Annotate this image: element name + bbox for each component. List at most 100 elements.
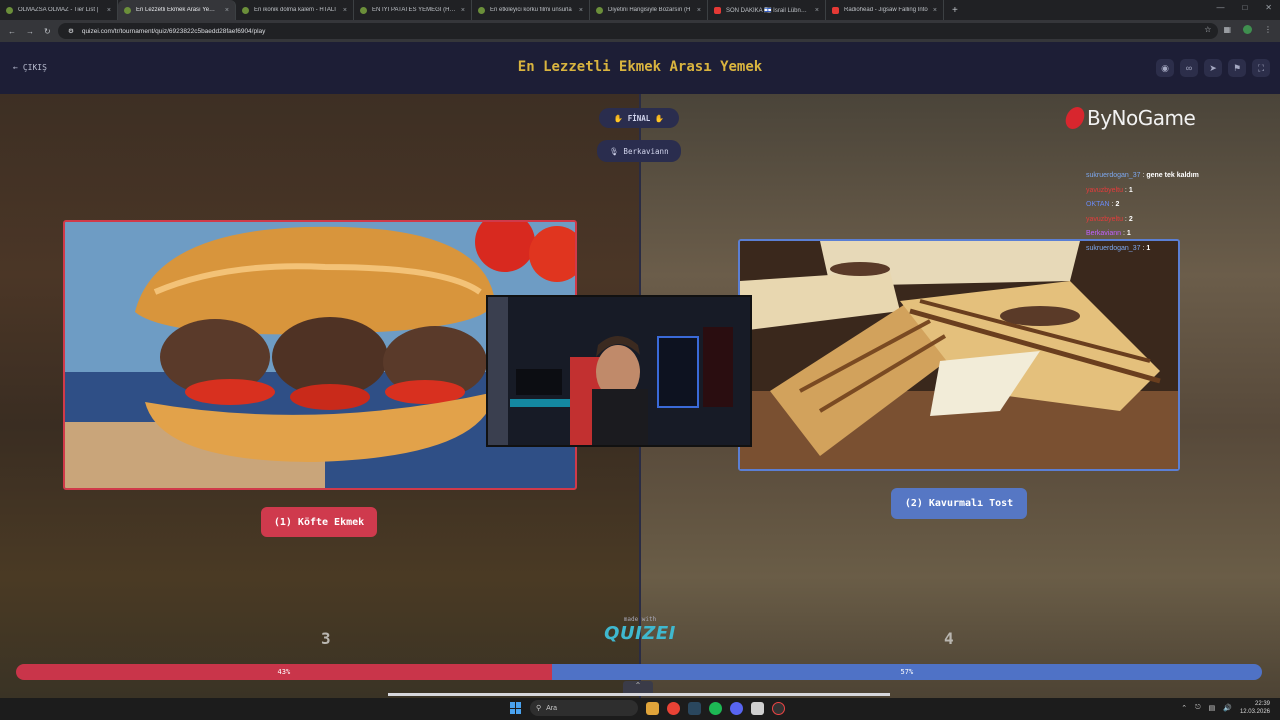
youtube-icon <box>714 6 721 14</box>
browser-tab[interactable]: En etkileyici korku filmi unsurla × <box>472 0 590 20</box>
chat-message: sukruerdogan_37 : gene tek kaldım <box>1086 172 1199 179</box>
new-tab-button[interactable]: + <box>944 0 966 20</box>
window-controls: — □ ✕ <box>1216 3 1272 12</box>
browser-tab[interactable]: EN İYİ PATATES YEMEĞİ (HTALI × <box>354 0 472 20</box>
chat-text: 1 <box>1128 186 1133 194</box>
page-icon <box>596 6 603 14</box>
steam-icon[interactable] <box>688 701 701 715</box>
chat-user: sukruerdogan_37 <box>1086 172 1141 179</box>
clock-time: 22:39 <box>1254 701 1270 707</box>
tab-title: Radiohead - Jigsaw Falling Into <box>844 7 928 13</box>
forward-icon[interactable]: → <box>26 27 34 36</box>
chat-text: gene tek kaldım <box>1146 172 1199 179</box>
close-tab-icon[interactable]: × <box>107 7 111 14</box>
url-text: quizei.com/tr/tournament/quiz/6923822c5b… <box>81 27 266 35</box>
taskbar-clock[interactable]: 22:39 12.03.2026 <box>1240 700 1270 716</box>
tab-title: SON DAKİKA 🇮🇱 İsrail Lübnan'ı <box>726 7 810 14</box>
obs-icon[interactable] <box>772 701 785 715</box>
profile-avatar[interactable] <box>1243 25 1252 34</box>
close-window-icon[interactable]: ✕ <box>1265 3 1272 12</box>
left-choice-button[interactable]: (1) Köfte Ekmek <box>261 507 377 537</box>
send-icon[interactable]: ➤ <box>1204 59 1222 77</box>
volume-icon[interactable]: 🔊 <box>1223 704 1232 712</box>
menu-icon[interactable]: ⋮ <box>1264 25 1272 34</box>
windows-start-icon[interactable] <box>510 702 522 714</box>
brand-name: ByNoGame <box>1087 106 1196 130</box>
microphone-icon[interactable]: ⎋ <box>1195 704 1201 712</box>
made-with-quizei[interactable]: made with QUIZEI <box>600 616 680 644</box>
close-tab-icon[interactable]: × <box>933 7 937 14</box>
made-with-label: made with <box>623 616 657 623</box>
chat-message: yavuzbyeltu : 1 <box>1086 186 1133 194</box>
streamer-brand-logo: ByNoGame <box>1063 106 1196 130</box>
close-tab-icon[interactable]: × <box>461 7 465 14</box>
tab-title: Diyetini Hangisiyle Bozarsın (H <box>608 7 691 13</box>
minimize-icon[interactable]: — <box>1216 3 1224 12</box>
taskbar-search[interactable]: ⚲ Ara <box>530 700 638 716</box>
search-placeholder: Ara <box>546 704 558 712</box>
fullscreen-icon[interactable]: ⛶ <box>1252 59 1270 77</box>
tray-chevron-icon[interactable]: ⌃ <box>1181 704 1187 712</box>
extensions-icon[interactable]: ▦ <box>1223 25 1231 34</box>
file-explorer-icon[interactable] <box>646 701 659 715</box>
browser-tab[interactable]: OLMAZSA OLMAZ - Tier List | × <box>0 0 118 20</box>
bookmark-star-icon[interactable]: ☆ <box>1204 25 1211 34</box>
page-icon <box>6 6 13 14</box>
url-bar[interactable]: ⚙ quizei.com/tr/tournament/quiz/6923822c… <box>58 23 1218 39</box>
chat-message: sukruerdogan_37 : 1 <box>1086 244 1151 252</box>
flag-icon[interactable]: ⚑ <box>1228 59 1246 77</box>
browser-tab[interactable]: En ikonik dolma kalem - HTALI × <box>236 0 354 20</box>
page-title: En Lezzetli Ekmek Arası Yemek <box>517 59 763 75</box>
spotify-icon[interactable] <box>709 701 722 715</box>
chat-message: OKTAN : 2 <box>1086 201 1120 209</box>
left-vote-count: 3 <box>321 629 331 648</box>
address-toolbar: ← → ↻ ⚙ quizei.com/tr/tournament/quiz/69… <box>0 20 1280 42</box>
browser-tab[interactable]: Diyetini Hangisiyle Bozarsın (H × <box>590 0 708 20</box>
chat-text: 1 <box>1146 244 1151 252</box>
close-tab-icon[interactable]: × <box>225 7 229 14</box>
network-icon[interactable]: ▤ <box>1209 704 1216 712</box>
tab-title: OLMAZSA OLMAZ - Tier List | <box>18 7 99 13</box>
close-tab-icon[interactable]: × <box>815 7 819 14</box>
right-vote-share: 57% <box>551 664 1262 680</box>
chat-text: 2 <box>1128 215 1133 223</box>
site-info-icon[interactable]: ⚙ <box>68 27 74 35</box>
tab-title: EN İYİ PATATES YEMEĞİ (HTALI <box>372 7 456 13</box>
app-icon[interactable] <box>751 701 764 715</box>
bottom-strip <box>388 693 890 696</box>
chat-user: sukruerdogan_37 <box>1086 244 1141 252</box>
page-icon <box>360 6 367 14</box>
chat-text: 2 <box>1115 201 1120 209</box>
quizei-logo: QUIZEI <box>604 623 676 644</box>
os-taskbar: ⚲ Ara ⌃ ⎋ ▤ 🔊 22:39 12.03.2026 <box>0 698 1280 720</box>
maximize-icon[interactable]: □ <box>1242 3 1247 12</box>
kavurmali-tost-picture <box>740 241 1178 469</box>
player-badge: 🎙 Berkaviann <box>597 140 681 162</box>
right-vote-count: 4 <box>944 629 954 648</box>
quiz-page: ← ÇIKIŞ En Lezzetli Ekmek Arası Yemek ◉ … <box>0 42 1280 698</box>
close-tab-icon[interactable]: × <box>343 7 347 14</box>
close-tab-icon[interactable]: × <box>579 7 583 14</box>
close-tab-icon[interactable]: × <box>697 7 701 14</box>
right-choice-button[interactable]: (2) Kavurmalı Tost <box>891 488 1027 519</box>
vote-result-bar: 43% 57% <box>16 664 1262 680</box>
back-icon[interactable]: ← <box>8 27 16 36</box>
browser-tab[interactable]: Radiohead - Jigsaw Falling Into × <box>826 0 944 20</box>
discord-icon[interactable] <box>730 701 743 715</box>
reload-icon[interactable]: ↻ <box>44 27 51 36</box>
streamer-webcam <box>486 295 752 447</box>
tab-title: En etkileyici korku filmi unsurla <box>490 7 572 13</box>
brand-mark-icon <box>1063 107 1087 129</box>
chrome-icon[interactable] <box>667 701 680 715</box>
page-icon <box>242 6 249 14</box>
eye-icon[interactable]: ◉ <box>1156 59 1174 77</box>
left-vote-share: 43% <box>16 664 552 680</box>
browser-tab-active[interactable]: En Lezzetli Ekmek Arası Yemek × <box>118 0 236 20</box>
quiz-header: ← ÇIKIŞ En Lezzetli Ekmek Arası Yemek ◉ … <box>0 42 1280 94</box>
browser-tab-bar: OLMAZSA OLMAZ - Tier List | × En Lezzetl… <box>0 0 1280 20</box>
clock-date: 12.03.2026 <box>1239 709 1270 715</box>
link-icon[interactable]: ∞ <box>1180 59 1198 77</box>
right-choice-image[interactable] <box>738 239 1180 471</box>
browser-tab[interactable]: SON DAKİKA 🇮🇱 İsrail Lübnan'ı × <box>708 0 826 20</box>
stream-chat: sukruerdogan_37 : gene tek kaldım yavuzb… <box>1086 169 1199 257</box>
